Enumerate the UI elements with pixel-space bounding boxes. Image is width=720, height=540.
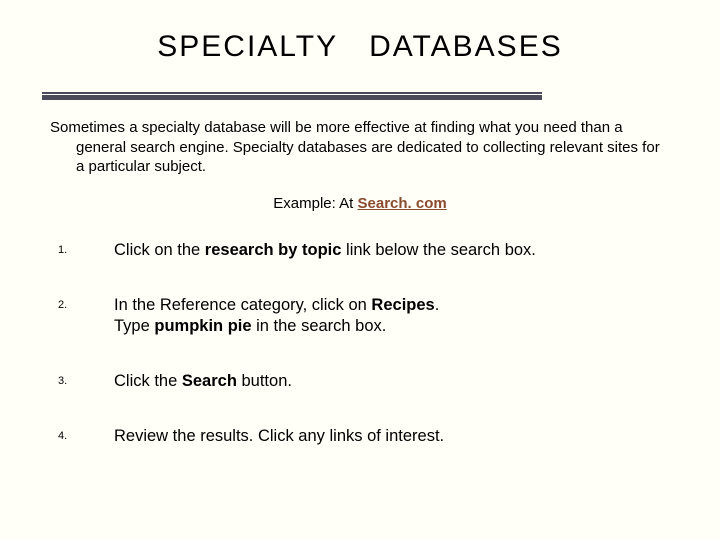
- divider: [42, 92, 542, 100]
- list-item: Review the results. Click any links of i…: [58, 426, 670, 447]
- slide: SPECIALTY DATABASES Sometimes a specialt…: [0, 0, 720, 540]
- list-item: Click on the research by topic link belo…: [58, 240, 670, 261]
- example-line: Example: At Search. com: [50, 195, 670, 212]
- steps-list: Click on the research by topic link belo…: [58, 240, 670, 448]
- example-link[interactable]: Search. com: [358, 195, 447, 212]
- list-item: In the Reference category, click on Reci…: [58, 295, 670, 337]
- intro-paragraph: Sometimes a specialty database will be m…: [50, 118, 670, 177]
- example-prefix: Example: At: [273, 195, 357, 212]
- page-title: SPECIALTY DATABASES: [50, 30, 670, 64]
- list-item: Click the Search button.: [58, 371, 670, 392]
